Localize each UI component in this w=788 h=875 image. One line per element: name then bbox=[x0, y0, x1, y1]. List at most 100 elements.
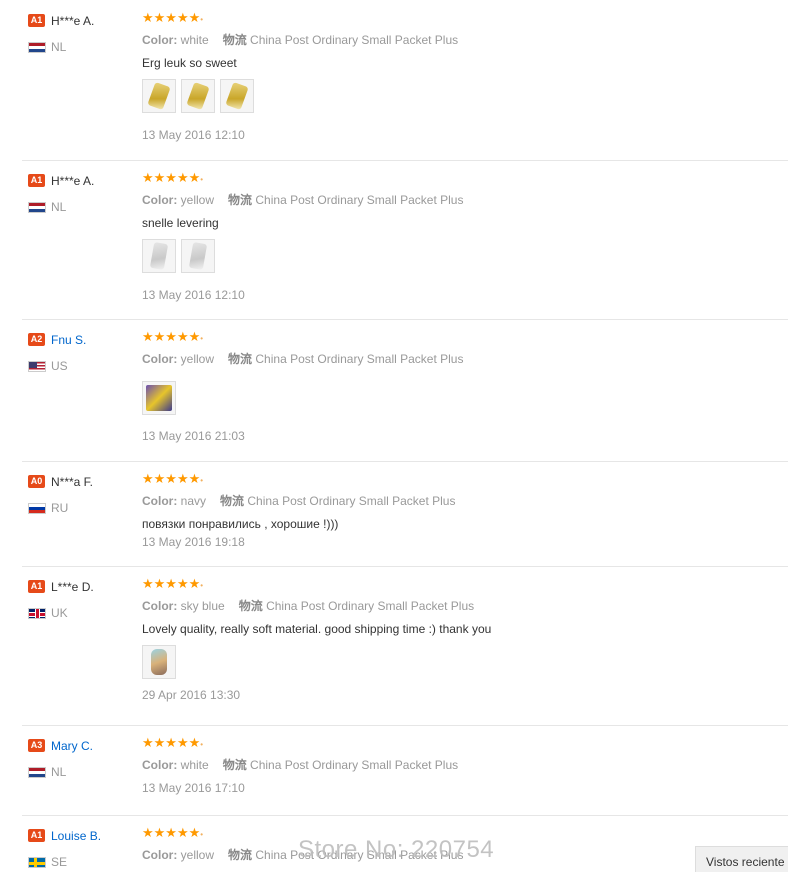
review-photos bbox=[142, 239, 762, 277]
shipping-label: 物流 bbox=[220, 494, 245, 508]
review-item: A1 H***e A. NL ★★★★★• Color: yellow 物流 China … bbox=[22, 160, 788, 320]
reviewer-name[interactable]: Fnu S. bbox=[51, 333, 86, 347]
reviewer-name[interactable]: Mary C. bbox=[51, 739, 93, 753]
review-item: A1 L***e D. UK ★★★★★• Color: sky blue 物流 Chin… bbox=[22, 566, 788, 726]
shipping-method: China Post Ordinary Small Packet Plus bbox=[255, 352, 464, 366]
shipping-label: 物流 bbox=[228, 193, 253, 207]
review-item: A3 Mary C. NL ★★★★★• Color: white 物流 China Po… bbox=[22, 725, 788, 816]
reviewer-info: A1 L***e D. UK bbox=[28, 578, 138, 620]
color-value: sky blue bbox=[180, 599, 225, 613]
review-content: ★★★★★• Color: white 物流 China Post Ordinary… bbox=[142, 10, 762, 142]
rating-dot: • bbox=[200, 830, 204, 839]
shipping-method: China Post Ordinary Small Packet Plus bbox=[250, 33, 459, 47]
buyer-level-badge: A2 bbox=[28, 333, 45, 347]
color-value: navy bbox=[180, 494, 207, 508]
color-label: Color: bbox=[142, 352, 178, 366]
reviewer-country: UK bbox=[28, 606, 138, 620]
reviewer-info: A1 Louise B. SE bbox=[28, 827, 138, 869]
review-photos bbox=[142, 645, 762, 683]
country-code: US bbox=[51, 359, 68, 373]
rating-dot: • bbox=[200, 15, 204, 24]
color-label: Color: bbox=[142, 193, 178, 207]
review-content: ★★★★★• Color: yellow 物流 China Post Ordinar… bbox=[142, 329, 762, 443]
buyer-level-badge: A1 bbox=[28, 580, 45, 594]
reviewer-country: RU bbox=[28, 501, 138, 515]
review-photo-thumbnail[interactable] bbox=[142, 645, 176, 679]
color-value: yellow bbox=[180, 352, 215, 366]
order-info: Color: yellow 物流 China Post Ordinary Smal… bbox=[142, 193, 762, 208]
review-content: ★★★★★• Color: navy 物流 China Post Ordinary … bbox=[142, 471, 762, 549]
country-code: RU bbox=[51, 501, 69, 515]
review-date: 13 May 2016 21:03 bbox=[142, 429, 245, 443]
buyer-level-badge: A1 bbox=[28, 174, 45, 188]
review-date: 13 May 2016 12:10 bbox=[142, 128, 245, 142]
buyer-level-badge: A1 bbox=[28, 829, 45, 843]
order-info: Color: white 物流 China Post Ordinary Small… bbox=[142, 758, 762, 773]
shipping-method: China Post Ordinary Small Packet Plus bbox=[250, 758, 459, 772]
review-photo-thumbnail[interactable] bbox=[220, 79, 254, 113]
reviewer-country: SE bbox=[28, 855, 138, 869]
star-rating: ★★★★★• bbox=[142, 10, 762, 28]
color-label: Color: bbox=[142, 33, 178, 47]
stars-icon: ★★★★★ bbox=[142, 329, 201, 344]
shipping-label: 物流 bbox=[222, 33, 247, 47]
review-date: 13 May 2016 12:10 bbox=[142, 288, 245, 302]
stars-icon: ★★★★★ bbox=[142, 825, 201, 840]
shipping-method: China Post Ordinary Small Packet Plus bbox=[247, 494, 456, 508]
order-info: Color: white 物流 China Post Ordinary Small… bbox=[142, 33, 762, 48]
review-text: Erg leuk so sweet bbox=[142, 56, 237, 70]
review-photo-thumbnail[interactable] bbox=[142, 381, 176, 415]
shipping-label: 物流 bbox=[238, 599, 263, 613]
order-info: Color: yellow 物流 China Post Ordinary Smal… bbox=[142, 352, 762, 367]
star-rating: ★★★★★• bbox=[142, 170, 762, 188]
review-date: 13 May 2016 17:10 bbox=[142, 781, 245, 795]
rating-dot: • bbox=[200, 581, 204, 590]
review-date: 13 May 2016 19:18 bbox=[142, 535, 245, 549]
rating-dot: • bbox=[200, 476, 204, 485]
shipping-method: China Post Ordinary Small Packet Plus bbox=[266, 599, 475, 613]
color-label: Color: bbox=[142, 494, 178, 508]
review-content: ★★★★★• Color: yellow 物流 China Post Ordinar… bbox=[142, 170, 762, 302]
color-label: Color: bbox=[142, 599, 178, 613]
reviewer-info: A3 Mary C. NL bbox=[28, 737, 138, 779]
reviewer-name[interactable]: Louise B. bbox=[51, 829, 101, 843]
reviewer-name: L***e D. bbox=[51, 579, 94, 594]
shipping-method: China Post Ordinary Small Packet Plus bbox=[255, 193, 464, 207]
order-info: Color: navy 物流 China Post Ordinary Small … bbox=[142, 494, 762, 509]
review-photos bbox=[142, 79, 762, 117]
shipping-label: 物流 bbox=[228, 848, 253, 862]
review-date: 29 Apr 2016 13:30 bbox=[142, 688, 241, 702]
store-watermark: Store No: 220754 bbox=[298, 836, 495, 863]
country-flag-icon bbox=[28, 767, 46, 779]
review-photo-thumbnail[interactable] bbox=[181, 239, 215, 273]
stars-icon: ★★★★★ bbox=[142, 576, 201, 591]
star-rating: ★★★★★• bbox=[142, 471, 762, 489]
color-label: Color: bbox=[142, 758, 178, 772]
review-photo-thumbnail[interactable] bbox=[142, 239, 176, 273]
reviewer-info: A2 Fnu S. US bbox=[28, 331, 138, 373]
country-code: SE bbox=[51, 855, 68, 869]
country-code: NL bbox=[51, 40, 67, 54]
reviewer-info: A1 H***e A. NL bbox=[28, 12, 138, 54]
country-code: NL bbox=[51, 765, 67, 779]
reviewer-name: H***e A. bbox=[51, 173, 95, 188]
review-content: ★★★★★• Color: sky blue 物流 China Post Ordin… bbox=[142, 576, 762, 702]
reviewer-info: A1 H***e A. NL bbox=[28, 172, 138, 214]
reviewer-name: H***e A. bbox=[51, 13, 95, 28]
review-photo-thumbnail[interactable] bbox=[142, 79, 176, 113]
stars-icon: ★★★★★ bbox=[142, 10, 201, 25]
reviewer-country: US bbox=[28, 359, 138, 373]
country-flag-icon bbox=[28, 857, 46, 869]
review-text: повязки понравились , хорошие !))) bbox=[142, 517, 339, 531]
country-flag-icon bbox=[28, 42, 46, 54]
star-rating: ★★★★★• bbox=[142, 329, 762, 347]
review-photo-thumbnail[interactable] bbox=[181, 79, 215, 113]
country-code: NL bbox=[51, 200, 67, 214]
recently-viewed-tab[interactable]: Vistos reciente bbox=[695, 846, 788, 872]
reviewer-name: N***a F. bbox=[51, 474, 94, 489]
review-content: ★★★★★• Color: white 物流 China Post Ordinary… bbox=[142, 735, 762, 795]
rating-dot: • bbox=[200, 740, 204, 749]
reviewer-country: NL bbox=[28, 765, 138, 779]
country-flag-icon bbox=[28, 202, 46, 214]
rating-dot: • bbox=[200, 175, 204, 184]
